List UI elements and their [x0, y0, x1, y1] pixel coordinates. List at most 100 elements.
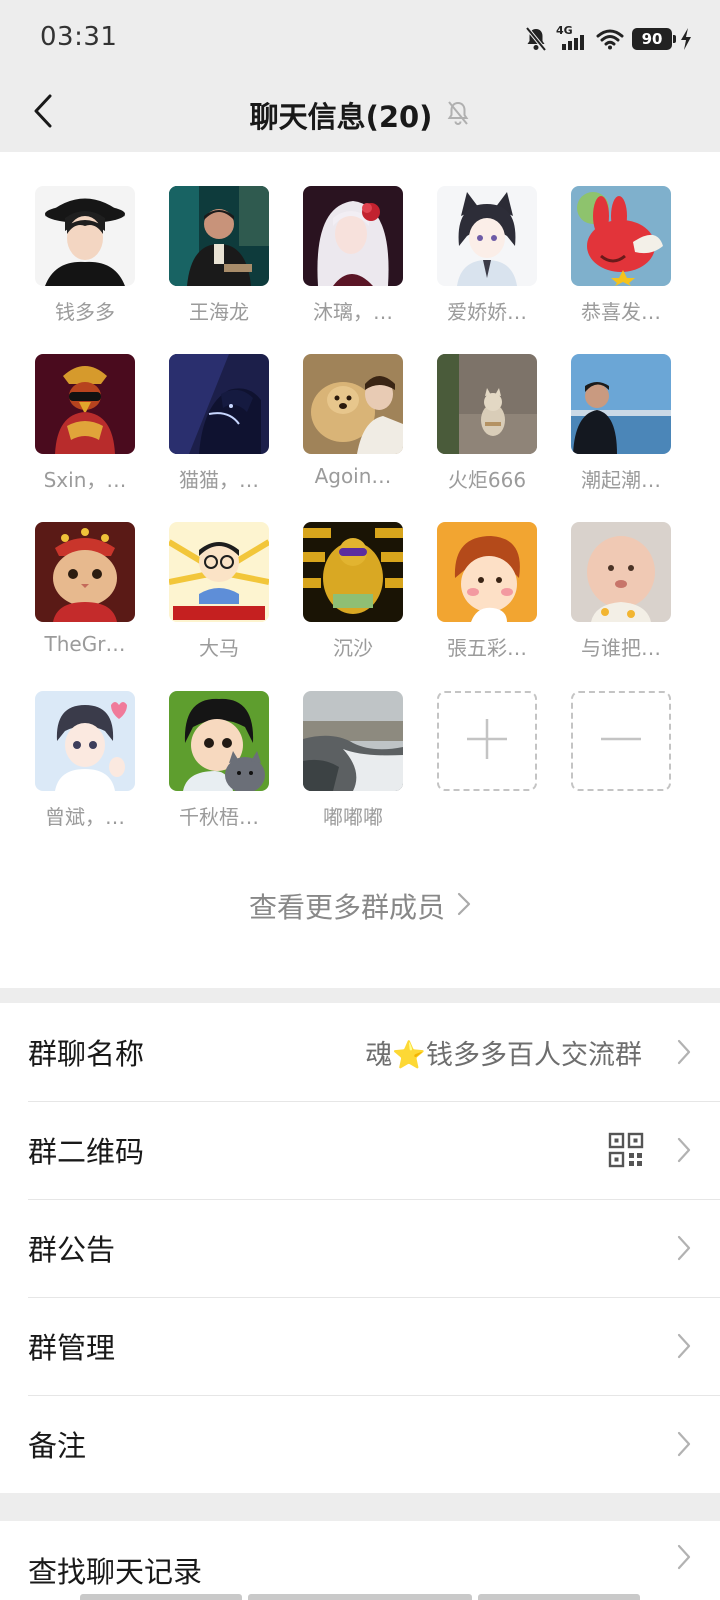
- group-settings: 群聊名称 魂⭐钱多多百人交流群 群二维码 群公告 群管理 备注: [0, 1003, 720, 1493]
- search-chat-history-label: 查找聊天记录: [28, 1555, 203, 1589]
- group-qr-label: 群二维码: [28, 1135, 145, 1169]
- member-avatar: [571, 522, 671, 622]
- member-item[interactable]: 沐璃，…: [293, 186, 413, 346]
- remove-member-button[interactable]: [561, 691, 681, 851]
- group-name-label: 群聊名称: [28, 1037, 145, 1071]
- status-icons: 4G 90: [524, 22, 692, 56]
- member-avatar: [437, 354, 537, 454]
- scroll-indicator: [478, 1594, 640, 1600]
- wifi-icon: [596, 28, 624, 50]
- chevron-right-icon: [676, 1430, 692, 1458]
- cellular-signal-icon: 4G: [556, 24, 588, 52]
- chevron-right-icon: [676, 1543, 692, 1571]
- member-name: TheGr…: [44, 632, 126, 656]
- see-more-label: 查看更多群成员: [248, 891, 445, 924]
- member-item[interactable]: 千秋梧…: [159, 691, 279, 851]
- charging-icon: [680, 28, 692, 50]
- member-item[interactable]: 王海龙: [159, 186, 279, 346]
- member-item[interactable]: TheGr…: [25, 522, 145, 682]
- group-qr-row[interactable]: 群二维码: [0, 1101, 720, 1199]
- member-name: 爱娇娇…: [447, 300, 527, 324]
- member-name: 火炬666: [447, 468, 527, 492]
- member-item[interactable]: 潮起潮…: [561, 354, 681, 514]
- member-avatar: [169, 522, 269, 622]
- chevron-right-icon: [676, 1136, 692, 1164]
- member-name: 曾斌，…: [45, 805, 125, 829]
- remark-row[interactable]: 备注: [0, 1395, 720, 1493]
- minus-icon: [599, 717, 643, 765]
- group-announcement-label: 群公告: [28, 1233, 116, 1267]
- member-avatar: [35, 522, 135, 622]
- page-title: 聊天信息(20): [249, 100, 433, 134]
- battery-level: 90: [641, 30, 663, 48]
- member-item[interactable]: 嘟嘟嘟: [293, 691, 413, 851]
- member-name: Sxin，…: [43, 468, 127, 492]
- member-avatar: [169, 186, 269, 286]
- member-name: 恭喜发…: [581, 300, 661, 324]
- member-name: 嘟嘟嘟: [323, 805, 383, 829]
- member-avatar: [571, 354, 671, 454]
- member-avatar: [35, 691, 135, 791]
- members-panel: 钱多多 王海龙 沐璃，… 爱娇娇… 恭喜发… Sxin，… 猫猫，… Agoin…: [0, 152, 720, 988]
- member-avatar: [303, 691, 403, 791]
- mute-bell-icon: [524, 26, 548, 52]
- member-item[interactable]: 与谁把…: [561, 522, 681, 682]
- member-name: 張五彩…: [447, 636, 527, 660]
- member-item[interactable]: 猫猫，…: [159, 354, 279, 514]
- member-name: 钱多多: [55, 300, 115, 324]
- status-time: 03:31: [40, 22, 118, 52]
- member-item[interactable]: 钱多多: [25, 186, 145, 346]
- member-avatar: [35, 186, 135, 286]
- member-name: 猫猫，…: [179, 468, 259, 492]
- member-name: 千秋梧…: [179, 805, 259, 829]
- member-item[interactable]: Sxin，…: [25, 354, 145, 514]
- nav-bar: 聊天信息(20): [0, 78, 720, 152]
- member-name: 大马: [199, 636, 239, 660]
- member-item[interactable]: Agoin…: [293, 354, 413, 514]
- nav-title-group: 聊天信息(20): [0, 78, 720, 152]
- chevron-right-icon: [676, 1332, 692, 1360]
- chat-history-settings: 查找聊天记录: [0, 1521, 720, 1600]
- group-name-value: 魂⭐钱多多百人交流群: [365, 1039, 642, 1071]
- member-name: 潮起潮…: [581, 468, 661, 492]
- member-avatar: [169, 354, 269, 454]
- remove-member-box: [571, 691, 671, 791]
- member-avatar: [169, 691, 269, 791]
- qr-code-icon: [608, 1132, 644, 1172]
- scroll-indicator: [80, 1594, 242, 1600]
- chevron-right-icon: [457, 890, 471, 923]
- battery-icon: 90: [632, 28, 676, 50]
- plus-icon: [465, 717, 509, 765]
- add-member-button[interactable]: [427, 691, 547, 851]
- muted-bell-icon: [446, 100, 470, 130]
- member-name: 沉沙: [333, 636, 373, 660]
- member-avatar: [35, 354, 135, 454]
- member-avatar: [571, 186, 671, 286]
- member-avatar: [437, 522, 537, 622]
- see-more-members-link[interactable]: 查看更多群成员: [0, 886, 720, 926]
- member-avatar: [303, 354, 403, 454]
- group-manage-label: 群管理: [28, 1331, 116, 1365]
- chevron-right-icon: [676, 1234, 692, 1262]
- group-name-row[interactable]: 群聊名称 魂⭐钱多多百人交流群: [0, 1003, 720, 1101]
- member-name: 王海龙: [189, 300, 249, 324]
- group-announcement-row[interactable]: 群公告: [0, 1199, 720, 1297]
- member-name: 与谁把…: [581, 636, 661, 660]
- member-item[interactable]: 大马: [159, 522, 279, 682]
- group-manage-row[interactable]: 群管理: [0, 1297, 720, 1395]
- member-item[interactable]: 恭喜发…: [561, 186, 681, 346]
- member-item[interactable]: 沉沙: [293, 522, 413, 682]
- member-avatar: [303, 522, 403, 622]
- status-bar: 03:31 4G 90: [0, 0, 720, 78]
- chevron-right-icon: [676, 1038, 692, 1066]
- member-item[interactable]: 火炬666: [427, 354, 547, 514]
- member-avatar: [303, 186, 403, 286]
- member-item[interactable]: 曾斌，…: [25, 691, 145, 851]
- member-item[interactable]: 張五彩…: [427, 522, 547, 682]
- member-avatar: [437, 186, 537, 286]
- member-name: 沐璃，…: [313, 300, 393, 324]
- scroll-indicator: [248, 1594, 472, 1600]
- search-chat-history-row[interactable]: 查找聊天记录: [0, 1521, 720, 1600]
- member-item[interactable]: 爱娇娇…: [427, 186, 547, 346]
- add-member-box: [437, 691, 537, 791]
